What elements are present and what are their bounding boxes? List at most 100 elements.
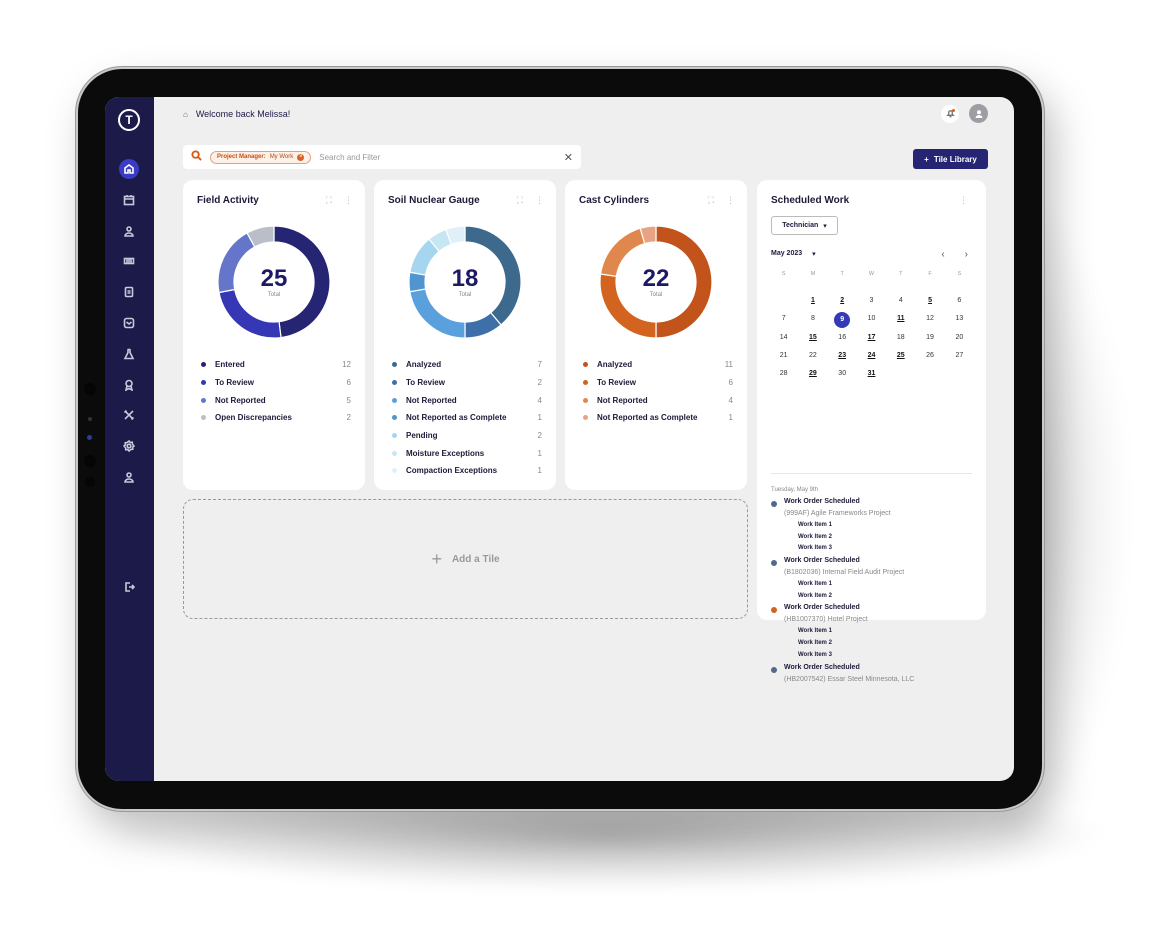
legend-label: Compaction Exceptions: [406, 466, 498, 476]
next-month-icon[interactable]: ›: [965, 249, 968, 260]
legend-item[interactable]: Not Reported 4: [392, 391, 542, 409]
calendar-day[interactable]: 21: [769, 349, 798, 367]
more-options-icon[interactable]: ⋮: [535, 195, 544, 206]
calendar-day[interactable]: 28: [769, 367, 798, 385]
calendar-day[interactable]: 25: [886, 349, 915, 367]
event-project[interactable]: (999AF) Agile Frameworks Project: [784, 510, 976, 522]
calendar-day[interactable]: 19: [915, 331, 944, 349]
calendar-day[interactable]: 24: [857, 349, 886, 367]
legend-item[interactable]: Not Reported 4: [583, 391, 733, 409]
sidebar-item-inbox[interactable]: [119, 313, 139, 333]
expand-icon[interactable]: ⛶: [708, 195, 714, 206]
calendar-day[interactable]: 27: [945, 349, 974, 367]
calendar-day[interactable]: 20: [945, 331, 974, 349]
calendar-day[interactable]: 30: [828, 367, 857, 385]
calendar-day[interactable]: 18: [886, 331, 915, 349]
chip-remove-icon[interactable]: ×: [297, 153, 305, 161]
legend-value: 2: [537, 431, 542, 441]
home-icon[interactable]: ⌂: [183, 110, 188, 119]
legend-item[interactable]: Entered 12: [201, 356, 351, 374]
sidebar-item-award[interactable]: [119, 375, 139, 395]
legend-item[interactable]: Compaction Exceptions 1: [392, 462, 542, 480]
work-item[interactable]: Work Item 1: [784, 581, 976, 593]
sidebar-item-settings[interactable]: [119, 436, 139, 456]
search-bar[interactable]: Project Manager: My Work × Search and Fi…: [183, 145, 581, 169]
legend-item[interactable]: Analyzed 11: [583, 356, 733, 374]
calendar-day[interactable]: 17: [857, 331, 886, 349]
prev-month-icon[interactable]: ‹: [941, 249, 944, 260]
notifications-button[interactable]: [941, 104, 959, 123]
calendar-day[interactable]: 26: [915, 349, 944, 367]
legend-item[interactable]: To Review 6: [201, 374, 351, 392]
role-select[interactable]: Technician ▾: [771, 216, 838, 235]
calendar-day[interactable]: 22: [798, 349, 827, 367]
calendar-day[interactable]: 29: [798, 367, 827, 385]
sidebar-item-lab-flask[interactable]: [119, 344, 139, 364]
calendar-day[interactable]: 31: [857, 367, 886, 385]
legend-item[interactable]: Moisture Exceptions 1: [392, 444, 542, 462]
search-input[interactable]: Search and Filter: [319, 153, 556, 162]
sidebar-item-home[interactable]: [119, 159, 139, 179]
calendar-day[interactable]: 11: [886, 312, 915, 330]
calendar-day[interactable]: 3: [857, 294, 886, 312]
expand-icon[interactable]: ⛶: [517, 195, 523, 206]
tile-library-button[interactable]: + Tile Library: [913, 149, 988, 169]
calendar-day[interactable]: 2: [828, 294, 857, 312]
calendar-day[interactable]: 13: [945, 312, 974, 330]
legend-item[interactable]: Open Discrepancies 2: [201, 409, 351, 427]
legend-item[interactable]: Pending 2: [392, 427, 542, 445]
work-item[interactable]: Work Item 3: [784, 652, 976, 664]
calendar-day[interactable]: 12: [915, 312, 944, 330]
more-options-icon[interactable]: ⋮: [959, 195, 968, 206]
more-options-icon[interactable]: ⋮: [344, 195, 353, 206]
calendar-day[interactable]: 4: [886, 294, 915, 312]
legend-value: 11: [724, 360, 733, 370]
agenda-event[interactable]: Work Order Scheduled (999AF) Agile Framew…: [771, 498, 976, 557]
legend-item[interactable]: To Review 6: [583, 374, 733, 392]
month-select[interactable]: May 2023 ▾: [771, 250, 816, 258]
event-project[interactable]: (HB1007370) Hotel Project: [784, 616, 976, 628]
sidebar-item-document[interactable]: [119, 282, 139, 302]
work-item[interactable]: Work Item 1: [784, 628, 976, 640]
sidebar-item-profile[interactable]: [119, 467, 139, 487]
calendar-day[interactable]: 14: [769, 331, 798, 349]
calendar-day-selected[interactable]: 9: [828, 312, 857, 330]
legend-item[interactable]: Not Reported as Complete 1: [392, 409, 542, 427]
more-options-icon[interactable]: ⋮: [726, 195, 735, 206]
work-item[interactable]: Work Item 2: [784, 593, 976, 605]
calendar-day[interactable]: 16: [828, 331, 857, 349]
calendar-day[interactable]: 15: [798, 331, 827, 349]
legend-item[interactable]: To Review 2: [392, 374, 542, 392]
agenda-event[interactable]: Work Order Scheduled (HB1007370) Hotel Pr…: [771, 604, 976, 663]
calendar-day[interactable]: 6: [945, 294, 974, 312]
work-item[interactable]: Work Item 3: [784, 545, 976, 557]
agenda-event[interactable]: Work Order Scheduled (B1802036) Internal …: [771, 557, 976, 604]
legend-item[interactable]: Analyzed 7: [392, 356, 542, 374]
agenda-event[interactable]: Work Order Scheduled (HB2007542) Essar St…: [771, 664, 976, 688]
calendar-day[interactable]: 23: [828, 349, 857, 367]
calendar-day[interactable]: 1: [798, 294, 827, 312]
user-avatar[interactable]: [969, 104, 988, 123]
calendar-day[interactable]: 10: [857, 312, 886, 330]
legend-item[interactable]: Not Reported 5: [201, 391, 351, 409]
sidebar-item-tools[interactable]: [119, 405, 139, 425]
calendar-day[interactable]: 7: [769, 312, 798, 330]
calendar-day[interactable]: 5: [915, 294, 944, 312]
sidebar-item-list[interactable]: [119, 251, 139, 271]
app-logo[interactable]: T: [118, 109, 140, 131]
sidebar-item-user[interactable]: [119, 221, 139, 241]
work-item[interactable]: Work Item 2: [784, 640, 976, 652]
filter-chip[interactable]: Project Manager: My Work ×: [210, 150, 312, 164]
calendar-day[interactable]: 8: [798, 312, 827, 330]
sidebar-item-calendar[interactable]: [119, 190, 139, 210]
event-project[interactable]: (B1802036) Internal Field Audit Project: [784, 569, 976, 581]
work-item[interactable]: Work Item 1: [784, 522, 976, 534]
event-project[interactable]: (HB2007542) Essar Steel Minnesota, LLC: [784, 676, 976, 688]
logout-icon[interactable]: [119, 577, 139, 597]
legend-item[interactable]: Not Reported as Complete 1: [583, 409, 733, 427]
expand-icon[interactable]: ⛶: [326, 195, 332, 206]
add-tile-button[interactable]: + Add a Tile: [183, 499, 748, 619]
work-item[interactable]: Work Item 2: [784, 534, 976, 546]
calendar-icon: [123, 194, 135, 206]
clear-search-icon[interactable]: ✕: [564, 151, 573, 164]
